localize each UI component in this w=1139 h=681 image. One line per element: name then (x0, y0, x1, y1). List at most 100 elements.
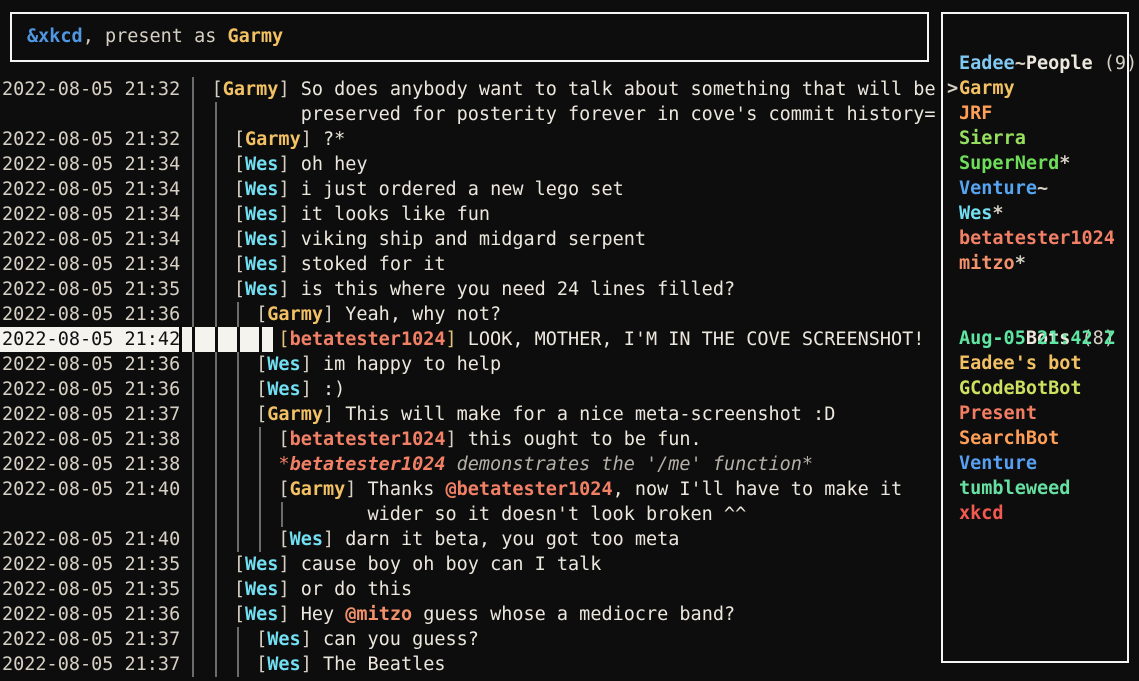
message-content: [Garmy] This will make for a nice meta-s… (256, 402, 835, 427)
thread-indent-line (259, 427, 261, 452)
person-list-item[interactable]: >Garmy (943, 76, 1127, 101)
chat-message-row[interactable]: 2022-08-05 21:35[Wes] or do this (0, 577, 941, 602)
thread-indent-line (215, 652, 217, 677)
thread-indent-line (215, 352, 217, 377)
thread-indent-line (192, 177, 194, 202)
text-segment: ] (323, 304, 345, 325)
thread-indent-line (192, 402, 194, 427)
person-list-item[interactable]: Eadee~ (943, 51, 1127, 76)
text-segment: Yeah, why not? (345, 304, 501, 325)
bot-name: Present (959, 403, 1037, 424)
thread-indent-line (192, 652, 194, 677)
chat-message-row[interactable]: 2022-08-05 21:34[Wes] oh hey (0, 152, 941, 177)
person-name: JRF (959, 103, 992, 124)
chat-message-row[interactable]: preserved for posterity forever in cove'… (0, 102, 941, 127)
chat-message-row[interactable]: 2022-08-05 21:37[Wes] can you guess? (0, 627, 941, 652)
thread-indent-line (237, 402, 239, 427)
thread-indent-line (237, 527, 239, 552)
text-segment: Wes (290, 529, 323, 550)
thread-indent-line (192, 352, 194, 377)
text-segment: Garmy (267, 404, 323, 425)
text-segment: betatester1024 (290, 329, 446, 350)
bot-name: tumbleweed (959, 478, 1070, 499)
chat-message-row[interactable]: 2022-08-05 21:36[Wes] im happy to help (0, 352, 941, 377)
bot-list-item[interactable]: SearchBot (943, 426, 1127, 451)
thread-indent-line (237, 477, 239, 502)
text-segment: [ (278, 529, 289, 550)
thread-indent-line (192, 202, 194, 227)
person-list-item[interactable]: Wes* (943, 201, 1127, 226)
bot-list-item[interactable]: Venture (943, 451, 1127, 476)
chat-message-row[interactable]: 2022-08-05 21:37[Wes] The Beatles (0, 652, 941, 677)
message-content: preserved for posterity forever in cove'… (301, 102, 936, 127)
bot-list-item[interactable]: Present (943, 401, 1127, 426)
message-content: [betatester1024] LOOK, MOTHER, I'M IN TH… (278, 327, 924, 352)
person-list-item[interactable]: JRF (943, 101, 1127, 126)
text-segment: ] (278, 279, 300, 300)
chat-message-row[interactable]: 2022-08-05 21:36[Wes] :) (0, 377, 941, 402)
message-timestamp: 2022-08-05 21:35 (2, 277, 180, 302)
person-list-item[interactable]: betatester1024 (943, 226, 1127, 251)
chat-message-row[interactable]: 2022-08-05 21:40[Wes] darn it beta, you … (0, 527, 941, 552)
text-segment: [ (234, 279, 245, 300)
chat-message-row[interactable]: 2022-08-05 21:35[Wes] is this where you … (0, 277, 941, 302)
text-segment: Wes (245, 579, 278, 600)
thread-indent-line (215, 552, 217, 577)
chat-message-row[interactable]: 2022-08-05 21:37 [Garmy] This will make f… (0, 402, 941, 427)
chat-log: 2022-08-05 21:32 [ Garmy] So does anybody … (0, 77, 941, 677)
chat-message-row[interactable]: 2022-08-05 21:34[Wes] viking ship and mi… (0, 227, 941, 252)
bot-list-item[interactable]: tumbleweed (943, 476, 1127, 501)
text-segment: [ (234, 179, 245, 200)
message-timestamp: 2022-08-05 21:36 (2, 302, 180, 327)
message-timestamp: 2022-08-05 21:37 (2, 402, 180, 427)
bot-list-item[interactable]: GCodeBotBot (943, 376, 1127, 401)
thread-indent-line (237, 652, 239, 677)
chat-message-row[interactable]: 2022-08-05 21:32[Garmy] So does anybody … (0, 77, 941, 102)
person-name: Garmy (959, 78, 1015, 99)
bot-name: SearchBot (959, 428, 1059, 449)
text-segment: oh hey (301, 154, 368, 175)
thread-indent-line (259, 477, 261, 502)
message-timestamp: 2022-08-05 21:34 (2, 177, 180, 202)
chat-message-row[interactable]: 2022-08-05 21:36[Garmy] Yeah, why not? (0, 302, 941, 327)
text-segment: betatester1024 (290, 429, 446, 450)
person-list-item[interactable]: SuperNerd* (943, 151, 1127, 176)
text-segment: ] (301, 379, 323, 400)
chat-message-row[interactable]: 2022-08-05 21:34[Wes] it looks like fun (0, 202, 941, 227)
chat-message-row-selected[interactable]: 2022-08-05 21:42[betatester1024] LOOK, M… (0, 327, 941, 352)
thread-indent-line (215, 627, 217, 652)
thread-indent-line (192, 602, 194, 627)
text-segment: ?* (323, 129, 345, 150)
bot-name: Eadee's bot (959, 353, 1082, 374)
bot-list-item[interactable]: Eadee's bot (943, 351, 1127, 376)
text-segment: ] (278, 254, 300, 275)
message-timestamp: 2022-08-05 21:37 (2, 652, 180, 677)
text-segment: stoked for it (301, 254, 446, 275)
chat-message-row[interactable]: 2022-08-05 21:38*betatester1024 demonstr… (0, 452, 941, 477)
text-segment: [ (234, 579, 245, 600)
chat-message-row[interactable]: 2022-08-05 21:32[Garmy] ?* (0, 127, 941, 152)
chat-message-row[interactable]: 2022-08-05 21:34[Wes] i just ordered a n… (0, 177, 941, 202)
message-content: wider so it doesn't look broken ^^ (368, 502, 747, 527)
list-spacer (943, 276, 1127, 301)
chat-message-row[interactable]: 2022-08-05 21:36[Wes] Hey @mitzo guess w… (0, 602, 941, 627)
thread-indent-line (192, 252, 194, 277)
bots-header: Bots (8) (943, 301, 1127, 326)
message-timestamp: 2022-08-05 21:32 (2, 77, 180, 102)
person-list-item[interactable]: Sierra (943, 126, 1127, 151)
text-segment: [ (234, 604, 245, 625)
thread-indent-line (192, 102, 194, 127)
text-segment: * (278, 454, 289, 475)
chat-message-row[interactable]: wider so it doesn't look broken ^^ (0, 502, 941, 527)
person-list-item[interactable]: Venture~ (943, 176, 1127, 201)
thread-indent-line (215, 227, 217, 252)
text-segment: ] (446, 329, 468, 350)
chat-message-row[interactable]: 2022-08-05 21:38[betatester1024] this ou… (0, 427, 941, 452)
chat-message-row[interactable]: 2022-08-05 21:35[Wes] cause boy oh boy c… (0, 552, 941, 577)
text-segment: So does anybody want to talk about somet… (301, 79, 936, 100)
person-list-item[interactable]: mitzo* (943, 251, 1127, 276)
bot-list-item[interactable]: Aug-05 21:42 Z (943, 326, 1127, 351)
chat-message-row[interactable]: 2022-08-05 21:40[Garmy] Thanks @betatest… (0, 477, 941, 502)
bot-list-item[interactable]: xkcd (943, 501, 1127, 526)
chat-message-row[interactable]: 2022-08-05 21:34[Wes] stoked for it (0, 252, 941, 277)
